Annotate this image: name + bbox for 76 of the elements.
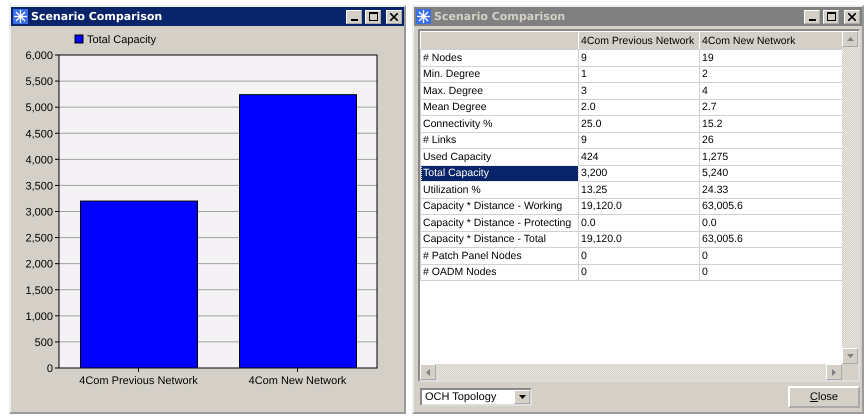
- horizontal-scrollbar[interactable]: [420, 364, 842, 380]
- scroll-up-button[interactable]: [842, 31, 858, 47]
- scrollbar-corner: [842, 364, 858, 380]
- category-label: 4Com New Network: [248, 375, 346, 387]
- down-arrow-icon: [846, 354, 854, 358]
- left-arrow-icon: [426, 368, 430, 376]
- table-cell: 3: [578, 82, 700, 99]
- axis-tick-label: 500: [34, 336, 53, 349]
- axis-tick-label: 3,500: [25, 180, 53, 192]
- scroll-down-button[interactable]: [842, 348, 858, 364]
- row-label[interactable]: # Patch Panel Nodes: [420, 248, 578, 264]
- axis-tick-label: 5,000: [25, 102, 53, 114]
- table-cell: 19,120.0: [578, 198, 700, 214]
- category-label: 4Com Previous Network: [79, 375, 198, 387]
- minimize-icon: [350, 18, 358, 20]
- row-label[interactable]: Min. Degree: [420, 66, 578, 82]
- star-icon: [416, 9, 431, 24]
- axis-tick-label: 4,000: [25, 154, 53, 166]
- caret-icon: [518, 395, 526, 399]
- star-icon: [13, 9, 28, 24]
- legend-label: Total Capacity: [87, 34, 156, 46]
- row-label[interactable]: Utilization %: [420, 182, 578, 198]
- minimize-button[interactable]: [346, 10, 362, 24]
- right-arrow-icon: [832, 368, 836, 376]
- axis-tick-label: 4,500: [25, 128, 53, 140]
- row-label[interactable]: Max. Degree: [420, 82, 578, 99]
- close-button[interactable]: [844, 10, 860, 24]
- axis-tick-label: 2,500: [25, 232, 53, 245]
- table-cell: 424: [578, 148, 700, 165]
- table-cell: 1: [578, 66, 700, 82]
- topology-dropdown[interactable]: OCH Topology: [420, 388, 532, 406]
- axis-tick-label: 2,000: [25, 258, 53, 271]
- vertical-scrollbar[interactable]: [842, 31, 858, 364]
- close-icon: [390, 12, 398, 20]
- column-header[interactable]: 4Com New Network: [700, 32, 842, 50]
- close-button[interactable]: [386, 10, 402, 24]
- axis-tick-label: 5,500: [25, 76, 53, 88]
- row-label[interactable]: Capacity * Distance - Protecting: [420, 214, 578, 231]
- scroll-left-button[interactable]: [420, 364, 436, 380]
- row-label[interactable]: Capacity * Distance - Total: [420, 231, 578, 248]
- table-cell: 9: [578, 132, 700, 148]
- minimize-button[interactable]: [804, 10, 820, 24]
- maximize-button[interactable]: [823, 10, 839, 24]
- row-label[interactable]: Mean Degree: [420, 99, 578, 116]
- table-cell: 19,120.0: [578, 231, 700, 248]
- window-title: Scenario Comparison: [434, 10, 566, 23]
- window-title: Scenario Comparison: [31, 10, 164, 23]
- maximize-icon: [368, 12, 378, 21]
- table-cell: 0: [578, 248, 700, 264]
- row-label[interactable]: Capacity * Distance - Working: [420, 198, 578, 214]
- table-cell: 9: [578, 50, 700, 66]
- axis-tick-label: 0: [46, 363, 53, 375]
- table-cell: 2.0: [578, 99, 700, 116]
- scroll-right-button[interactable]: [826, 364, 842, 380]
- axis-tick-label: 6,000: [25, 50, 53, 62]
- dropdown-button[interactable]: [514, 390, 530, 404]
- row-label[interactable]: Total Capacity: [420, 165, 578, 182]
- table-cell: 3,200: [578, 165, 700, 182]
- table-cell: 13.25: [578, 182, 700, 198]
- row-label[interactable]: Connectivity %: [420, 116, 578, 132]
- table-cell: 25.0: [578, 116, 700, 132]
- maximize-icon: [826, 12, 836, 21]
- close-button[interactable]: Close: [788, 386, 860, 408]
- row-label[interactable]: # Links: [420, 132, 578, 148]
- maximize-button[interactable]: [365, 10, 381, 24]
- axis-tick-label: 1,000: [25, 310, 53, 323]
- axis-tick-label: 1,500: [25, 284, 53, 297]
- close-icon: [848, 12, 856, 20]
- table-cell: 0.0: [578, 214, 700, 231]
- minimize-icon: [808, 18, 816, 20]
- table-cell: 0: [578, 264, 700, 280]
- row-label[interactable]: # Nodes: [420, 50, 578, 66]
- column-header[interactable]: 4Com Previous Network: [578, 32, 700, 50]
- up-arrow-icon: [846, 37, 854, 41]
- row-label[interactable]: # OADM Nodes: [420, 264, 578, 280]
- axis-tick-label: 3,000: [25, 206, 53, 218]
